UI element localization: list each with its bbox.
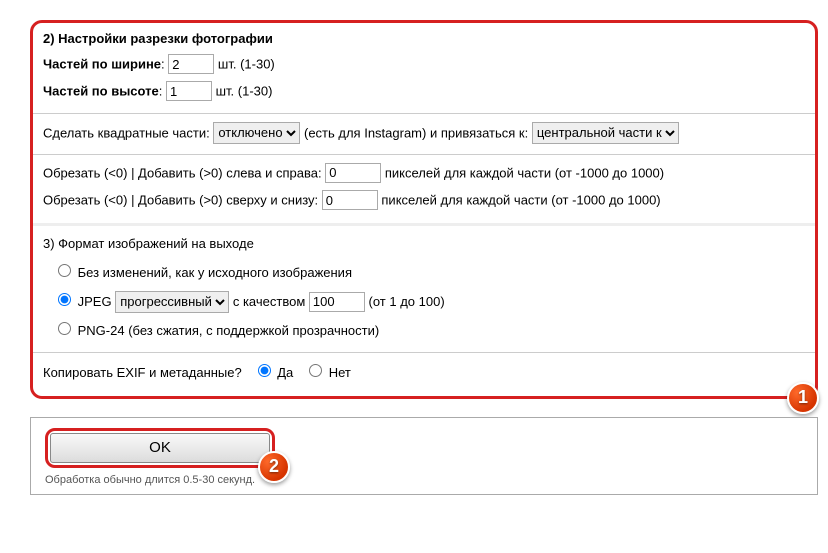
crop-tb-input[interactable]	[322, 190, 378, 210]
exif-label: Копировать EXIF и метаданные?	[43, 365, 242, 380]
format-jpeg-label: JPEG	[78, 294, 112, 309]
square-row: Сделать квадратные части: отключено (ест…	[43, 122, 805, 144]
crop-lr-row: Обрезать (<0) | Добавить (>0) слева и сп…	[43, 163, 805, 184]
crop-lr-suffix: пикселей для каждой части (от -1000 до 1…	[385, 165, 664, 180]
crop-lr-input[interactable]	[325, 163, 381, 183]
format-png-radio[interactable]	[58, 322, 71, 335]
format-nochange-radio[interactable]	[58, 264, 71, 277]
height-parts-input[interactable]	[166, 81, 212, 101]
settings-panel: 2) Настройки разрезки фотографии Частей …	[30, 20, 818, 399]
divider	[33, 352, 815, 353]
height-parts-label: Частей по высоте	[43, 84, 159, 99]
jpeg-quality-label: с качеством	[233, 294, 305, 309]
format-nochange-row: Без изменений, как у исходного изображен…	[53, 261, 805, 284]
crop-tb-suffix: пикселей для каждой части (от -1000 до 1…	[381, 193, 660, 208]
jpeg-mode-select[interactable]: прогрессивный	[115, 291, 229, 313]
ok-button[interactable]: OK	[50, 433, 270, 463]
exif-no-radio[interactable]	[309, 364, 322, 377]
submit-panel: OK 2 Обработка обычно длится 0.5-30 секу…	[30, 417, 818, 495]
square-select[interactable]: отключено	[213, 122, 300, 144]
section2-title: 2) Настройки разрезки фотографии	[43, 31, 805, 46]
crop-tb-label: Обрезать (<0) | Добавить (>0) сверху и с…	[43, 193, 318, 208]
format-nochange-label: Без изменений, как у исходного изображен…	[78, 265, 352, 280]
width-parts-input[interactable]	[168, 54, 214, 74]
height-parts-row: Частей по высоте: шт. (1-30)	[43, 81, 805, 102]
width-parts-label: Частей по ширине	[43, 57, 161, 72]
annotation-badge-2: 2	[258, 451, 290, 483]
crop-tb-row: Обрезать (<0) | Добавить (>0) сверху и с…	[43, 190, 805, 211]
format-png-label: PNG-24 (без сжатия, с поддержкой прозрач…	[78, 323, 380, 338]
width-parts-row: Частей по ширине: шт. (1-30)	[43, 54, 805, 75]
format-jpeg-row: JPEG прогрессивный с качеством (от 1 до …	[53, 290, 805, 313]
crop-lr-label: Обрезать (<0) | Добавить (>0) слева и сп…	[43, 165, 322, 180]
square-note: (есть для Instagram) и привязаться к:	[304, 125, 528, 140]
processing-hint: Обработка обычно длится 0.5-30 секунд.	[45, 474, 803, 486]
square-label: Сделать квадратные части:	[43, 125, 210, 140]
format-jpeg-radio[interactable]	[58, 293, 71, 306]
exif-yes-label: Да	[277, 365, 293, 380]
divider	[33, 154, 815, 155]
divider	[33, 113, 815, 114]
annotation-badge-1: 1	[787, 382, 819, 414]
section-gap	[33, 223, 815, 226]
width-parts-unit: шт. (1-30)	[218, 57, 275, 72]
exif-row: Копировать EXIF и метаданные? Да Нет	[43, 361, 805, 384]
exif-no-label: Нет	[329, 365, 351, 380]
ok-highlight: OK 2	[45, 428, 275, 468]
format-png-row: PNG-24 (без сжатия, с поддержкой прозрач…	[53, 319, 805, 342]
section3-title: 3) Формат изображений на выходе	[43, 236, 805, 251]
jpeg-quality-input[interactable]	[309, 292, 365, 312]
jpeg-quality-range: (от 1 до 100)	[369, 294, 445, 309]
exif-yes-radio[interactable]	[258, 364, 271, 377]
height-parts-unit: шт. (1-30)	[216, 84, 273, 99]
square-bind-select[interactable]: центральной части к	[532, 122, 679, 144]
